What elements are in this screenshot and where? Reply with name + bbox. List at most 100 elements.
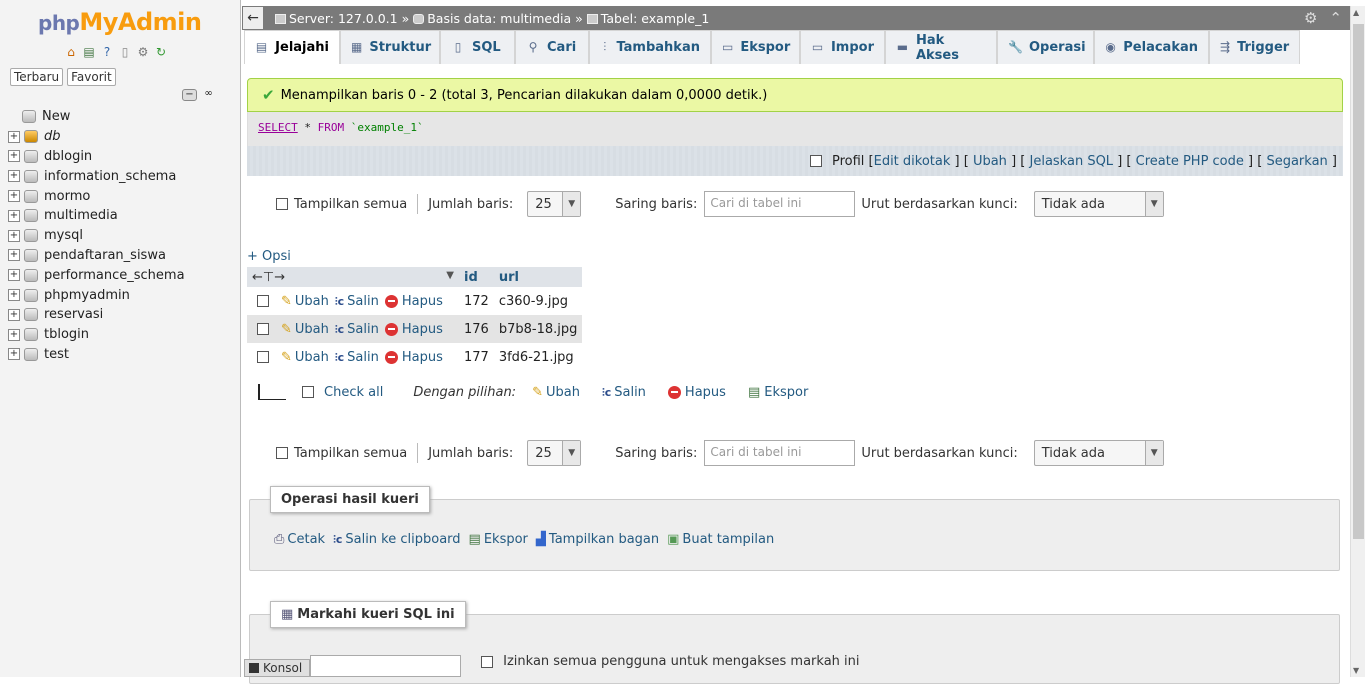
show-all-checkbox[interactable] [276, 447, 288, 459]
expand-icon[interactable]: + [8, 289, 20, 302]
row-checkbox[interactable] [257, 351, 269, 363]
expand-icon[interactable]: + [8, 269, 20, 282]
recent-tab[interactable]: Terbaru [10, 68, 64, 86]
gear-icon[interactable]: ⚙ [1304, 9, 1317, 27]
column-header-id[interactable]: id [459, 267, 494, 287]
check-all-checkbox[interactable] [302, 386, 314, 398]
column-header-url[interactable]: url [493, 267, 583, 287]
reload-icon[interactable]: ↻ [154, 45, 168, 59]
edit-row-link[interactable]: ✎ Ubah [281, 350, 329, 365]
cell-id[interactable]: 176 [459, 315, 494, 343]
export-link[interactable]: ▤ Ekspor [469, 532, 528, 547]
tab-insert[interactable]: ⫶ Tambahkan [589, 30, 711, 64]
rows-per-page-select[interactable]: 25 ▼ [527, 191, 582, 217]
profiling-checkbox[interactable] [809, 155, 822, 167]
expand-icon[interactable]: + [8, 328, 20, 341]
bulk-delete-button[interactable]: Hapus [667, 385, 726, 400]
dropdown-icon[interactable]: ▼ [446, 270, 454, 281]
scroll-down-icon[interactable]: ▼ [1353, 666, 1359, 675]
tab-sql[interactable]: ▯ SQL [440, 30, 515, 64]
copy-clipboard-link[interactable]: ⫶c Salin ke clipboard [333, 532, 460, 547]
tab-import[interactable]: ▭ Impor [800, 30, 885, 64]
sort-by-key-select[interactable]: Tidak ada ▼ [1033, 440, 1164, 466]
page-scrollbar[interactable]: ▲ ▼ [1350, 6, 1365, 677]
edit-inline-link[interactable]: Edit dikotak [874, 154, 951, 169]
edit-row-link[interactable]: ✎ Ubah [281, 322, 329, 337]
row-checkbox[interactable] [257, 295, 269, 307]
tree-item-mormo[interactable]: + mormo [8, 186, 185, 206]
help-icon[interactable]: ? [100, 45, 114, 59]
expand-icon[interactable]: + [8, 229, 20, 242]
tree-item-mysql[interactable]: + mysql [8, 226, 185, 246]
copy-row-link[interactable]: ⫶c Salin [335, 350, 379, 365]
expand-icon[interactable]: + [8, 190, 20, 203]
delete-row-link[interactable]: Hapus [384, 294, 443, 309]
create-php-code-link[interactable]: Create PHP code [1136, 154, 1244, 169]
tab-triggers[interactable]: ⇶ Trigger [1209, 30, 1300, 64]
breadcrumb-server[interactable]: Server: 127.0.0.1 [289, 11, 398, 26]
allow-all-checkbox[interactable] [481, 655, 493, 668]
filter-rows-input[interactable]: Cari di tabel ini [704, 440, 856, 466]
logout-icon[interactable]: ▤ [82, 45, 96, 59]
delete-row-link[interactable]: Hapus [384, 350, 443, 365]
tree-item-test[interactable]: + test [8, 345, 185, 365]
back-arrow-icon[interactable]: ← [243, 7, 263, 29]
expand-icon[interactable]: + [8, 209, 20, 222]
rows-per-page-select[interactable]: 25 ▼ [527, 440, 582, 466]
explain-sql-link[interactable]: Jelaskan SQL [1030, 154, 1114, 169]
sql-query-box[interactable]: SELECT * FROM `example_1` [247, 112, 1343, 146]
tree-item-reservasi[interactable]: + reservasi [8, 305, 185, 325]
scroll-up-icon[interactable]: ▲ [1353, 8, 1359, 17]
copy-row-link[interactable]: ⫶c Salin [335, 322, 379, 337]
scrollbar-thumb[interactable] [1353, 24, 1364, 539]
collapse-all-icon[interactable]: − [182, 89, 197, 101]
tab-operations[interactable]: 🔧 Operasi [997, 30, 1094, 64]
tab-privileges[interactable]: ▬ Hak Akses [885, 30, 997, 64]
filter-rows-input[interactable]: Cari di tabel ini [704, 191, 856, 217]
console-toggle[interactable]: Konsol [244, 659, 310, 677]
cell-url[interactable]: c360-9.jpg [494, 287, 583, 315]
tab-structure[interactable]: ▦ Struktur [340, 30, 440, 64]
tab-browse[interactable]: ▤ Jelajahi [244, 30, 340, 64]
phpmyadmin-logo[interactable]: phpMyAdmin [38, 8, 202, 36]
tree-item-db[interactable]: + db [8, 127, 185, 147]
show-all-checkbox[interactable] [276, 198, 288, 210]
bulk-copy-button[interactable]: ⫶c Salin [602, 385, 646, 400]
tree-item-multimedia[interactable]: + multimedia [8, 206, 185, 226]
docs-icon[interactable]: ▯ [118, 45, 132, 59]
edit-row-link[interactable]: ✎ Ubah [281, 294, 329, 309]
expand-icon[interactable]: + [8, 308, 20, 321]
create-view-link[interactable]: ▣ Buat tampilan [667, 532, 774, 547]
tab-export[interactable]: ▭ Ekspor [711, 30, 800, 64]
tree-item-dblogin[interactable]: + dblogin [8, 147, 185, 167]
bulk-edit-button[interactable]: ✎ Ubah [532, 385, 580, 400]
sort-by-key-select[interactable]: Tidak ada ▼ [1033, 191, 1164, 217]
expand-icon[interactable]: + [8, 130, 20, 143]
copy-row-link[interactable]: ⫶c Salin [335, 294, 379, 309]
breadcrumb-database[interactable]: Basis data: multimedia [427, 11, 571, 26]
settings-icon[interactable]: ⚙ [136, 45, 150, 59]
expand-icon[interactable]: + [8, 170, 20, 183]
column-controls-header[interactable]: ←⊤→ ▼ [247, 267, 459, 287]
tree-item-pendaftaran-siswa[interactable]: + pendaftaran_siswa [8, 246, 185, 266]
link-icon[interactable]: ∞ [201, 89, 216, 101]
check-all-link[interactable]: Check all [324, 385, 383, 400]
expand-icon[interactable]: + [8, 249, 20, 262]
row-checkbox[interactable] [257, 323, 269, 335]
options-link[interactable]: + Opsi [247, 249, 291, 264]
cell-url[interactable]: b7b8-18.jpg [493, 315, 583, 343]
tree-item-performance-schema[interactable]: + performance_schema [8, 265, 185, 285]
bookmark-label-input[interactable] [310, 655, 461, 677]
cell-url[interactable]: 3fd6-21.jpg [494, 343, 583, 371]
cell-id[interactable]: 177 [459, 343, 494, 371]
expand-icon[interactable]: + [8, 348, 20, 361]
tree-item-information-schema[interactable]: + information_schema [8, 166, 185, 186]
delete-row-link[interactable]: Hapus [384, 322, 443, 337]
refresh-link[interactable]: Segarkan [1266, 154, 1327, 169]
tree-item-tblogin[interactable]: + tblogin [8, 325, 185, 345]
display-chart-link[interactable]: ▟ Tampilkan bagan [536, 532, 659, 547]
favorites-tab[interactable]: Favorit [67, 68, 116, 86]
print-link[interactable]: ⎙ Cetak [274, 532, 325, 547]
collapse-icon[interactable]: ⌃ [1329, 9, 1342, 27]
bulk-export-button[interactable]: ▤ Ekspor [748, 385, 808, 400]
